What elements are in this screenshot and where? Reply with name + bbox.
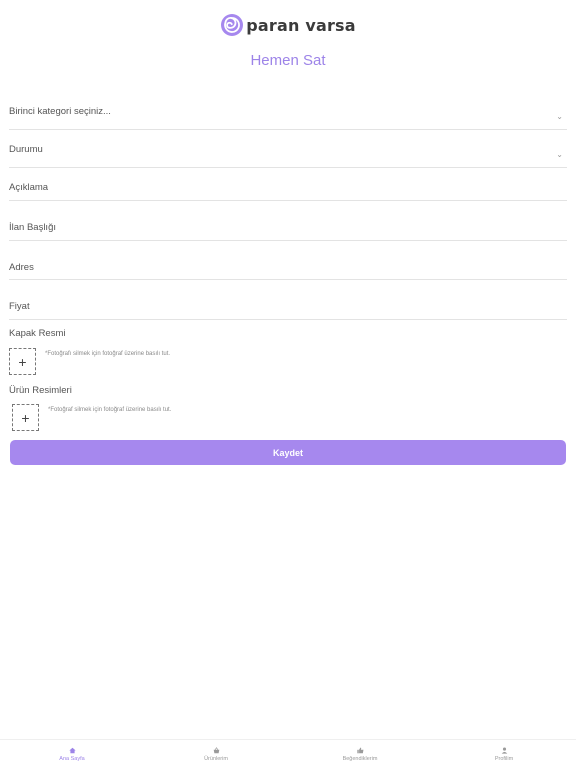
price-input-placeholder: Fiyat [9,301,30,312]
address-input[interactable]: Adres [9,262,567,280]
add-product-image-button[interactable]: + [12,404,39,431]
condition-select[interactable]: Durumu ⌄ [9,144,567,168]
spiral-logo-icon [221,14,244,36]
address-input-placeholder: Adres [9,262,34,273]
add-cover-image-button[interactable]: + [9,348,36,375]
save-button[interactable]: Kaydet [10,440,566,465]
category-select[interactable]: Birinci kategori seçiniz... ⌄ [9,106,567,130]
product-images-hint: *Fotoğraf silmek için fotoğraf üzerine b… [48,407,172,413]
chevron-down-icon: ⌄ [556,150,563,159]
condition-select-placeholder: Durumu [9,144,43,155]
tab-profile-label: Profilim [494,755,514,762]
category-select-placeholder: Birinci kategori seçiniz... [9,106,111,117]
listing-title-input-placeholder: İlan Başlığı [9,222,56,233]
home-icon [68,747,76,753]
bottom-tab-bar: Ana Sayfa Ürünlerim Beğendiklerim Profil… [0,739,576,768]
cover-image-hint: *Fotoğrafı silmek için fotoğraf üzerine … [45,351,171,357]
thumbs-up-icon [356,747,363,753]
tab-profile[interactable]: Profilim [432,740,576,768]
page-title: Hemen Sat [250,52,326,69]
brand-name: paran varsa [246,15,356,35]
description-input-placeholder: Açıklama [9,182,49,193]
tab-home-label: Ana Sayfa [59,755,85,762]
tab-my-products[interactable]: Ürünlerim [144,740,288,768]
basket-icon [213,746,219,753]
user-icon [501,747,507,754]
description-input[interactable]: Açıklama [9,182,567,201]
tab-home[interactable]: Ana Sayfa [0,740,144,768]
chevron-down-icon: ⌄ [556,112,563,121]
tab-favorites[interactable]: Beğendiklerim [288,740,432,768]
tab-favorites-label: Beğendiklerim [342,755,378,762]
sell-page: paran varsa Hemen Sat Birinci kategori s… [0,0,576,768]
listing-title-input[interactable]: İlan Başlığı [9,222,567,241]
price-input[interactable]: Fiyat [9,301,567,320]
cover-image-label: Kapak Resmi [9,328,66,339]
tab-my-products-label: Ürünlerim [204,755,228,762]
brand-logo: paran varsa [0,13,576,37]
product-images-label: Ürün Resimleri [9,385,72,396]
